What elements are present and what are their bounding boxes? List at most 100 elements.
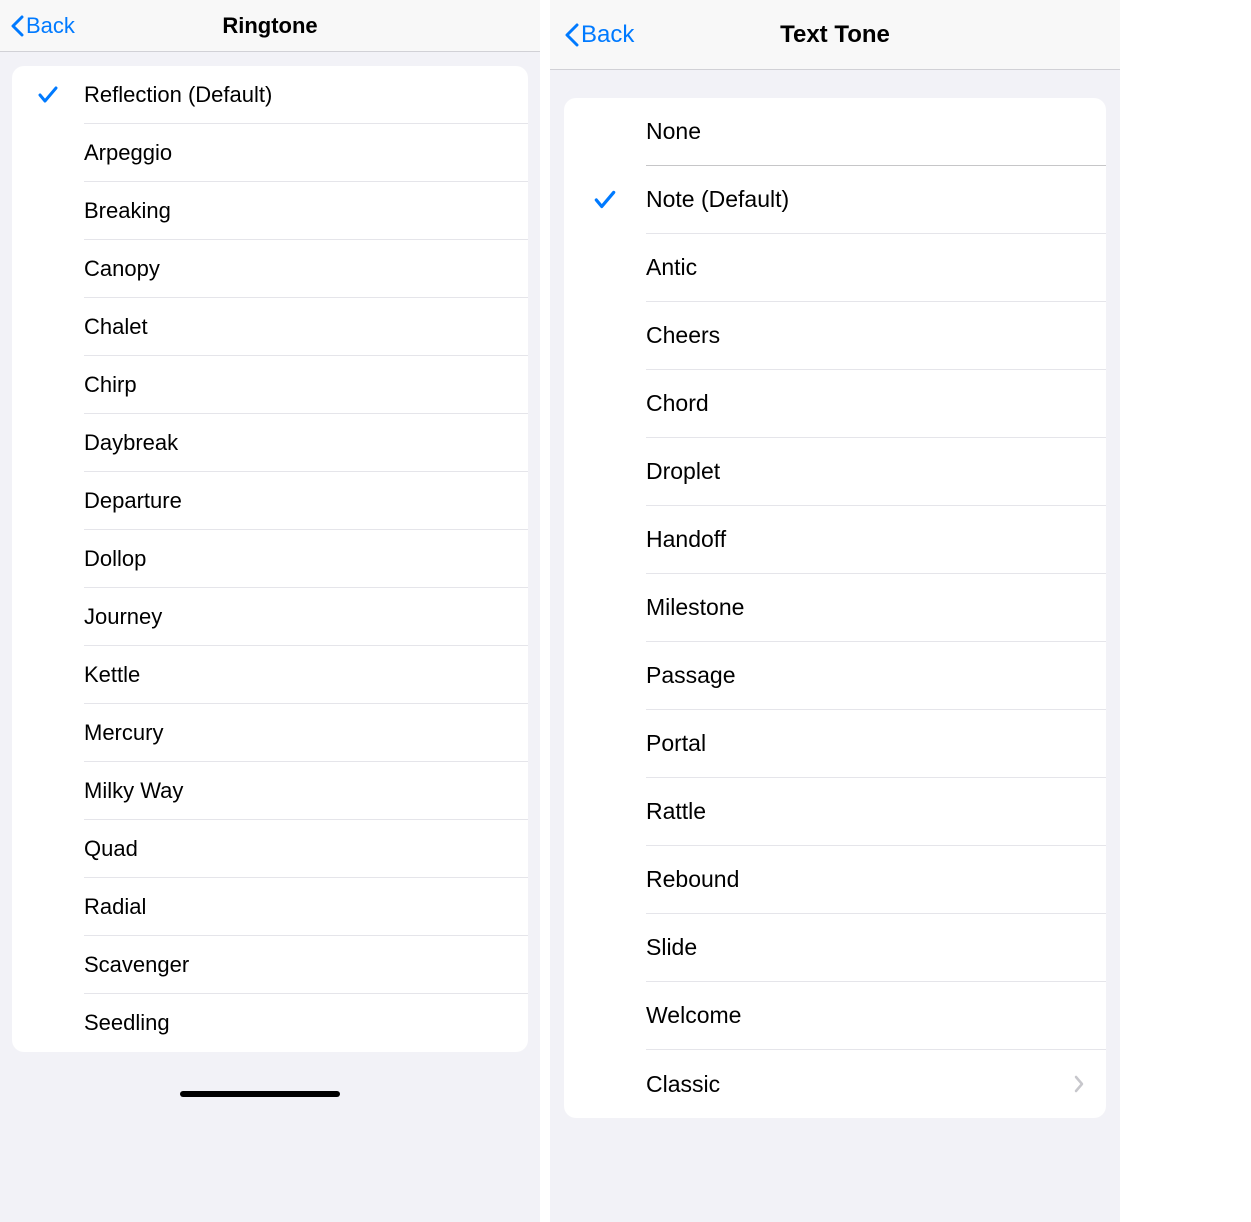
row-label: Departure	[84, 488, 182, 514]
row-label: Scavenger	[84, 952, 189, 978]
row-content: Kettle	[84, 646, 528, 704]
row-content: Reflection (Default)	[84, 66, 528, 124]
list-item[interactable]: Quad	[12, 820, 528, 878]
row-label: Kettle	[84, 662, 140, 688]
list-item[interactable]: Rattle	[564, 778, 1106, 846]
row-label: Droplet	[646, 458, 720, 485]
row-label: Cheers	[646, 322, 720, 349]
row-content: Chalet	[84, 298, 528, 356]
row-label: Dollop	[84, 546, 146, 572]
back-label: Back	[581, 21, 634, 49]
home-indicator[interactable]	[180, 1091, 340, 1097]
list-item[interactable]: Reflection (Default)	[12, 66, 528, 124]
row-content: Classic	[646, 1050, 1106, 1118]
row-label: Slide	[646, 934, 697, 961]
back-button[interactable]: Back	[550, 21, 634, 49]
list-item[interactable]: Milestone	[564, 574, 1106, 642]
list-item[interactable]: Daybreak	[12, 414, 528, 472]
list-item[interactable]: Departure	[12, 472, 528, 530]
row-label: Journey	[84, 604, 162, 630]
row-label: Daybreak	[84, 430, 178, 456]
list-item[interactable]: Note (Default)	[564, 166, 1106, 234]
list-item[interactable]: Rebound	[564, 846, 1106, 914]
row-content: Dollop	[84, 530, 528, 588]
row-label: Portal	[646, 730, 706, 757]
row-content: Scavenger	[84, 936, 528, 994]
row-content: Welcome	[646, 982, 1106, 1050]
row-label: Breaking	[84, 198, 171, 224]
row-content: Cheers	[646, 302, 1106, 370]
row-content: Radial	[84, 878, 528, 936]
row-label: Milky Way	[84, 778, 183, 804]
list-item[interactable]: Breaking	[12, 182, 528, 240]
list-item[interactable]: Mercury	[12, 704, 528, 762]
list-item[interactable]: Portal	[564, 710, 1106, 778]
row-content: Antic	[646, 234, 1106, 302]
list-item[interactable]: Milky Way	[12, 762, 528, 820]
row-label: Note (Default)	[646, 186, 789, 213]
page-title: Text Tone	[550, 21, 1120, 49]
list-item[interactable]: None	[564, 98, 1106, 166]
list-item[interactable]: Passage	[564, 642, 1106, 710]
back-label: Back	[26, 13, 75, 39]
row-content: Portal	[646, 710, 1106, 778]
row-label: Reflection (Default)	[84, 82, 272, 108]
list-item[interactable]: Canopy	[12, 240, 528, 298]
row-label: Classic	[646, 1071, 720, 1098]
row-content: Daybreak	[84, 414, 528, 472]
row-label: Milestone	[646, 594, 744, 621]
row-label: Rattle	[646, 798, 706, 825]
list-item[interactable]: Droplet	[564, 438, 1106, 506]
list-item[interactable]: Chord	[564, 370, 1106, 438]
row-label: Radial	[84, 894, 146, 920]
texttone-navbar: Back Text Tone	[550, 0, 1120, 70]
list-item[interactable]: Chalet	[12, 298, 528, 356]
row-label: Arpeggio	[84, 140, 172, 166]
list-item[interactable]: Dollop	[12, 530, 528, 588]
chevron-left-icon	[564, 23, 579, 47]
row-content: Arpeggio	[84, 124, 528, 182]
list-item[interactable]: Journey	[12, 588, 528, 646]
checkmark-icon	[564, 187, 646, 213]
chevron-left-icon	[10, 15, 24, 37]
list-item[interactable]: Seedling	[12, 994, 528, 1052]
checkmark-icon	[12, 83, 84, 107]
row-label: Seedling	[84, 1010, 170, 1036]
list-item[interactable]: Classic	[564, 1050, 1106, 1118]
row-content: Mercury	[84, 704, 528, 762]
row-label: Antic	[646, 254, 697, 281]
row-content: Quad	[84, 820, 528, 878]
row-content: Seedling	[84, 994, 528, 1052]
row-content: Handoff	[646, 506, 1106, 574]
back-button[interactable]: Back	[0, 13, 75, 39]
row-label: Chord	[646, 390, 709, 417]
row-label: Welcome	[646, 1002, 741, 1029]
row-content: Droplet	[646, 438, 1106, 506]
list-item[interactable]: Welcome	[564, 982, 1106, 1050]
ringtone-list: Reflection (Default) Arpeggio Breaking Cano…	[12, 66, 528, 1052]
texttone-list: None Note (Default) Antic Cheers Chord Drople…	[564, 98, 1106, 1118]
list-item[interactable]: Antic	[564, 234, 1106, 302]
row-content: Chord	[646, 370, 1106, 438]
row-label: Canopy	[84, 256, 160, 282]
row-content: Journey	[84, 588, 528, 646]
row-content: Canopy	[84, 240, 528, 298]
texttone-pane: Back Text Tone None Note (Default) Antic Ch…	[550, 0, 1120, 1222]
list-item[interactable]: Kettle	[12, 646, 528, 704]
row-content: Rattle	[646, 778, 1106, 846]
list-item[interactable]: Scavenger	[12, 936, 528, 994]
row-content: Slide	[646, 914, 1106, 982]
row-content: Milestone	[646, 574, 1106, 642]
row-content: Rebound	[646, 846, 1106, 914]
list-item[interactable]: Chirp	[12, 356, 528, 414]
list-item[interactable]: Handoff	[564, 506, 1106, 574]
row-content: Passage	[646, 642, 1106, 710]
row-content: Breaking	[84, 182, 528, 240]
list-item[interactable]: Radial	[12, 878, 528, 936]
list-item[interactable]: Slide	[564, 914, 1106, 982]
ringtone-pane: Back Ringtone Reflection (Default)Arpegg…	[0, 0, 540, 1222]
list-item[interactable]: Cheers	[564, 302, 1106, 370]
row-content: Chirp	[84, 356, 528, 414]
list-item[interactable]: Arpeggio	[12, 124, 528, 182]
row-content: None	[646, 98, 1106, 166]
